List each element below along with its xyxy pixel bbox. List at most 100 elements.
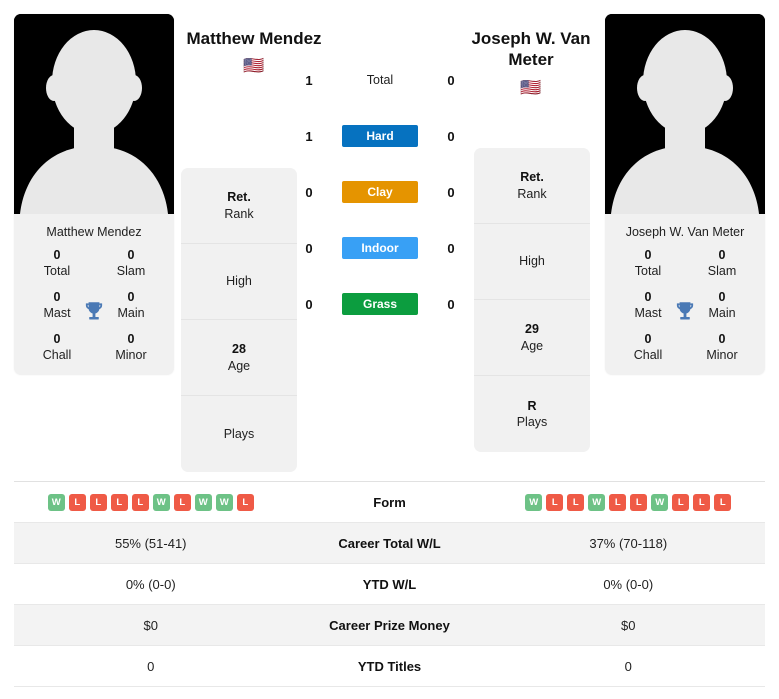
- surface-badge-total: Total: [366, 73, 394, 87]
- form-badges-right: WLLWLLWLLL: [492, 493, 766, 511]
- form-badge-loss[interactable]: L: [110, 493, 128, 511]
- form-badge-win[interactable]: W: [651, 493, 669, 511]
- stat-value: Ret.: [520, 170, 544, 185]
- title-stat-label: Mast: [43, 305, 71, 320]
- h2h-score-left: 1: [305, 72, 313, 88]
- title-stat-value: 0: [127, 290, 135, 304]
- stat-row-age: 28 Age: [181, 320, 297, 396]
- form-badge-win[interactable]: W: [588, 493, 606, 511]
- title-stat-chall: 0 Chall: [20, 332, 94, 363]
- h2h-row-grass: 0 Grass 0: [300, 287, 460, 321]
- stat-label: Plays: [223, 426, 255, 441]
- player-name-right: Joseph W. Van Meter: [625, 225, 745, 239]
- h2h-score-right: 0: [447, 240, 455, 256]
- stat-card-right: Ret. Rank High 29 Age R Plays: [474, 148, 590, 452]
- title-stat-mast: 0 Mast: [20, 290, 94, 321]
- form-badge-loss[interactable]: L: [609, 493, 627, 511]
- title-stat-label: Chall: [633, 347, 663, 362]
- stat-label: Rank: [224, 206, 254, 221]
- player-photo-right: [605, 14, 765, 214]
- title-stat-label: Total: [634, 263, 662, 278]
- player-card-right[interactable]: Joseph W. Van Meter 0 Total 0 Slam 0 Mas…: [605, 14, 765, 375]
- surface-badge-indoor[interactable]: Indoor: [342, 237, 418, 259]
- form-badge-loss[interactable]: L: [630, 493, 648, 511]
- form-badge-loss[interactable]: L: [236, 493, 254, 511]
- head-to-head-panel: 1 Total 0 1 Hard 0 0 Clay 0 0 Indoor 0 0: [300, 63, 460, 321]
- h2h-score-left: 0: [305, 240, 313, 256]
- title-stat-label: Minor: [115, 347, 147, 362]
- form-badges-left: WLLLLWLWWL: [14, 493, 288, 511]
- form-badge-loss[interactable]: L: [567, 493, 585, 511]
- stat-row-plays: R Plays: [474, 376, 590, 452]
- table-cell-left: 55% (51-41): [114, 535, 187, 551]
- title-stat-value: 0: [53, 332, 61, 346]
- h2h-score-right: 0: [447, 296, 455, 312]
- stat-value: R: [527, 398, 537, 413]
- title-stat-minor: 0 Minor: [685, 332, 759, 363]
- surface-badge-clay[interactable]: Clay: [342, 181, 418, 203]
- title-stat-main: 0 Main: [94, 290, 168, 321]
- table-row-label: YTD W/L: [362, 576, 417, 592]
- form-badge-loss[interactable]: L: [693, 493, 711, 511]
- stat-label: Age: [227, 358, 251, 373]
- title-stat-label: Chall: [42, 347, 72, 362]
- title-stat-value: 0: [718, 290, 726, 304]
- surface-badge-grass[interactable]: Grass: [342, 293, 418, 315]
- united-states-flag-icon: 🇺🇸: [520, 77, 542, 97]
- form-badge-loss[interactable]: L: [546, 493, 564, 511]
- player-header-right: Joseph W. Van Meter 🇺🇸: [455, 28, 607, 96]
- table-cell-right: 0% (0-0): [603, 576, 654, 592]
- form-badge-loss[interactable]: L: [131, 493, 149, 511]
- table-row-ytd-wl: 0% (0-0) YTD W/L 0% (0-0): [14, 564, 765, 605]
- table-row-career-prize-money: $0 Career Prize Money $0: [14, 605, 765, 646]
- table-cell-right: $0: [621, 617, 636, 633]
- title-stat-value: 0: [644, 290, 652, 304]
- title-stat-label: Main: [117, 305, 145, 320]
- titles-grid-left: 0 Total 0 Slam 0 Mast 0 Main 0 Chall 0 M…: [14, 248, 174, 375]
- title-stat-value: 0: [718, 248, 726, 262]
- title-stat-value: 0: [644, 248, 652, 262]
- stat-value: 29: [525, 322, 539, 337]
- title-stat-label: Slam: [116, 263, 146, 278]
- player-card-left[interactable]: Matthew Mendez 0 Total 0 Slam 0 Mast 0 M…: [14, 14, 174, 375]
- table-row-label: Career Prize Money: [329, 617, 450, 633]
- stat-value: 28: [232, 342, 246, 357]
- stat-row-high: High: [474, 224, 590, 300]
- title-stat-chall: 0 Chall: [611, 332, 685, 363]
- table-cell-right: 0: [624, 658, 632, 674]
- stat-label: Age: [520, 338, 544, 353]
- table-row-ytd-titles: 0 YTD Titles 0: [14, 646, 765, 687]
- stat-row-rank: Ret. Rank: [474, 148, 590, 224]
- title-stat-value: 0: [718, 332, 726, 346]
- title-stat-main: 0 Main: [685, 290, 759, 321]
- stat-row-rank: Ret. Rank: [181, 168, 297, 244]
- form-badge-loss[interactable]: L: [68, 493, 86, 511]
- title-stat-label: Minor: [706, 347, 738, 362]
- surface-badge-hard[interactable]: Hard: [342, 125, 418, 147]
- form-badge-loss[interactable]: L: [89, 493, 107, 511]
- title-stat-slam: 0 Slam: [94, 248, 168, 279]
- form-badge-loss[interactable]: L: [672, 493, 690, 511]
- title-stat-mast: 0 Mast: [611, 290, 685, 321]
- stat-card-left: Ret. Rank High 28 Age Plays: [181, 168, 297, 472]
- top-comparison-region: Matthew Mendez 0 Total 0 Slam 0 Mast 0 M…: [0, 0, 779, 472]
- form-badge-win[interactable]: W: [152, 493, 170, 511]
- form-badge-win[interactable]: W: [47, 493, 65, 511]
- titles-grid-right: 0 Total 0 Slam 0 Mast 0 Main 0 Chall 0 M…: [605, 248, 765, 375]
- form-badge-win[interactable]: W: [215, 493, 233, 511]
- title-stat-label: Mast: [634, 305, 662, 320]
- form-badge-win[interactable]: W: [525, 493, 543, 511]
- stat-row-age: 29 Age: [474, 300, 590, 376]
- stat-label: High: [519, 254, 545, 269]
- stat-label: Rank: [517, 186, 547, 201]
- form-badge-win[interactable]: W: [194, 493, 212, 511]
- player-header-name-left: Matthew Mendez: [186, 29, 322, 48]
- h2h-row-indoor: 0 Indoor 0: [300, 231, 460, 265]
- h2h-score-left: 1: [305, 128, 313, 144]
- table-row-label: YTD Titles: [357, 658, 422, 674]
- title-stat-value: 0: [644, 332, 652, 346]
- title-stat-minor: 0 Minor: [94, 332, 168, 363]
- form-badge-loss[interactable]: L: [173, 493, 191, 511]
- h2h-row-clay: 0 Clay 0: [300, 175, 460, 209]
- form-badge-loss[interactable]: L: [714, 493, 732, 511]
